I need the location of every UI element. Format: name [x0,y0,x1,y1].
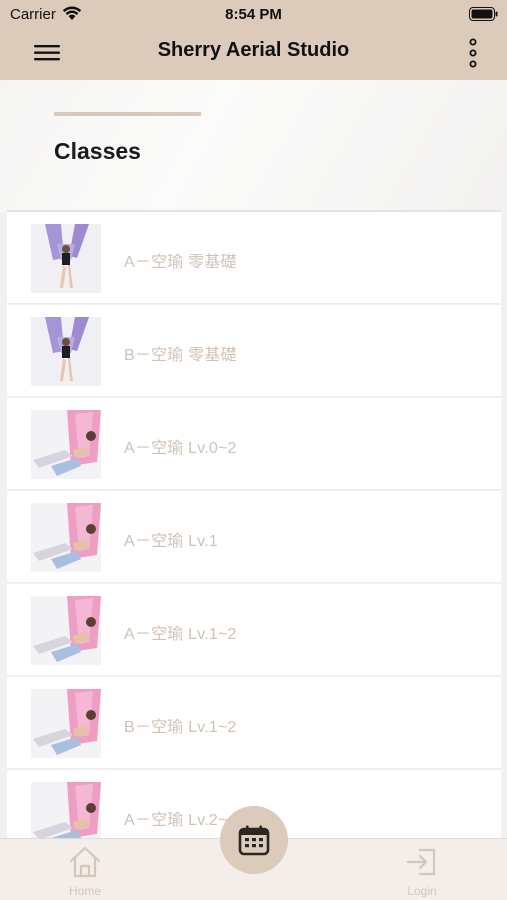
calendar-icon [238,825,270,856]
class-label: A－空瑜 Lv.2~4 [124,812,237,829]
class-row[interactable]: A－空瑜 零基礎 [7,212,501,304]
home-icon [69,846,101,878]
calendar-fab-button[interactable] [220,806,288,874]
header-accent-rule [54,112,201,116]
class-thumbnail [31,503,101,572]
top-bar: Carrier 8:54 PM Sherry Aerial Studio [0,0,507,80]
battery-icon [469,7,498,21]
classes-header: Classes [0,80,507,212]
page-title: Classes [54,138,141,164]
class-label: A－空瑜 Lv.1~2 [124,626,237,643]
status-time: 8:54 PM [225,6,282,23]
app-title: Sherry Aerial Studio [157,39,350,61]
class-label: A－空瑜 零基礎 [124,254,237,271]
class-thumbnail [31,782,101,838]
status-bar: Carrier 8:54 PM [0,0,507,28]
class-label: B－空瑜 零基礎 [124,347,237,364]
class-label: B－空瑜 Lv.1~2 [124,719,237,736]
tab-home[interactable]: Home [45,839,125,900]
tab-login[interactable]: Login [382,839,462,900]
class-thumbnail [31,224,101,293]
class-thumbnail [31,596,101,665]
class-label: A－空瑜 Lv.1 [124,533,218,550]
tab-login-label: Login [407,884,437,898]
class-label: A－空瑜 Lv.0~2 [124,440,237,457]
class-list: A－空瑜 零基礎 B－空瑜 零基礎 A－空瑜 Lv.0~2 A－空瑜 Lv.1 … [7,212,501,838]
app-bar: Sherry Aerial Studio [0,30,507,80]
more-vertical-icon [469,38,477,68]
class-row[interactable]: A－空瑜 Lv.1 [7,491,501,583]
class-row[interactable]: B－空瑜 零基礎 [7,305,501,397]
class-thumbnail [31,410,101,479]
class-row[interactable]: A－空瑜 Lv.0~2 [7,398,501,490]
class-row[interactable]: B－空瑜 Lv.1~2 [7,677,501,769]
class-thumbnail [31,689,101,758]
more-options-button[interactable] [465,36,481,70]
class-thumbnail [31,317,101,386]
login-icon [406,848,436,876]
class-row[interactable]: A－空瑜 Lv.1~2 [7,584,501,676]
tab-home-label: Home [68,884,101,898]
